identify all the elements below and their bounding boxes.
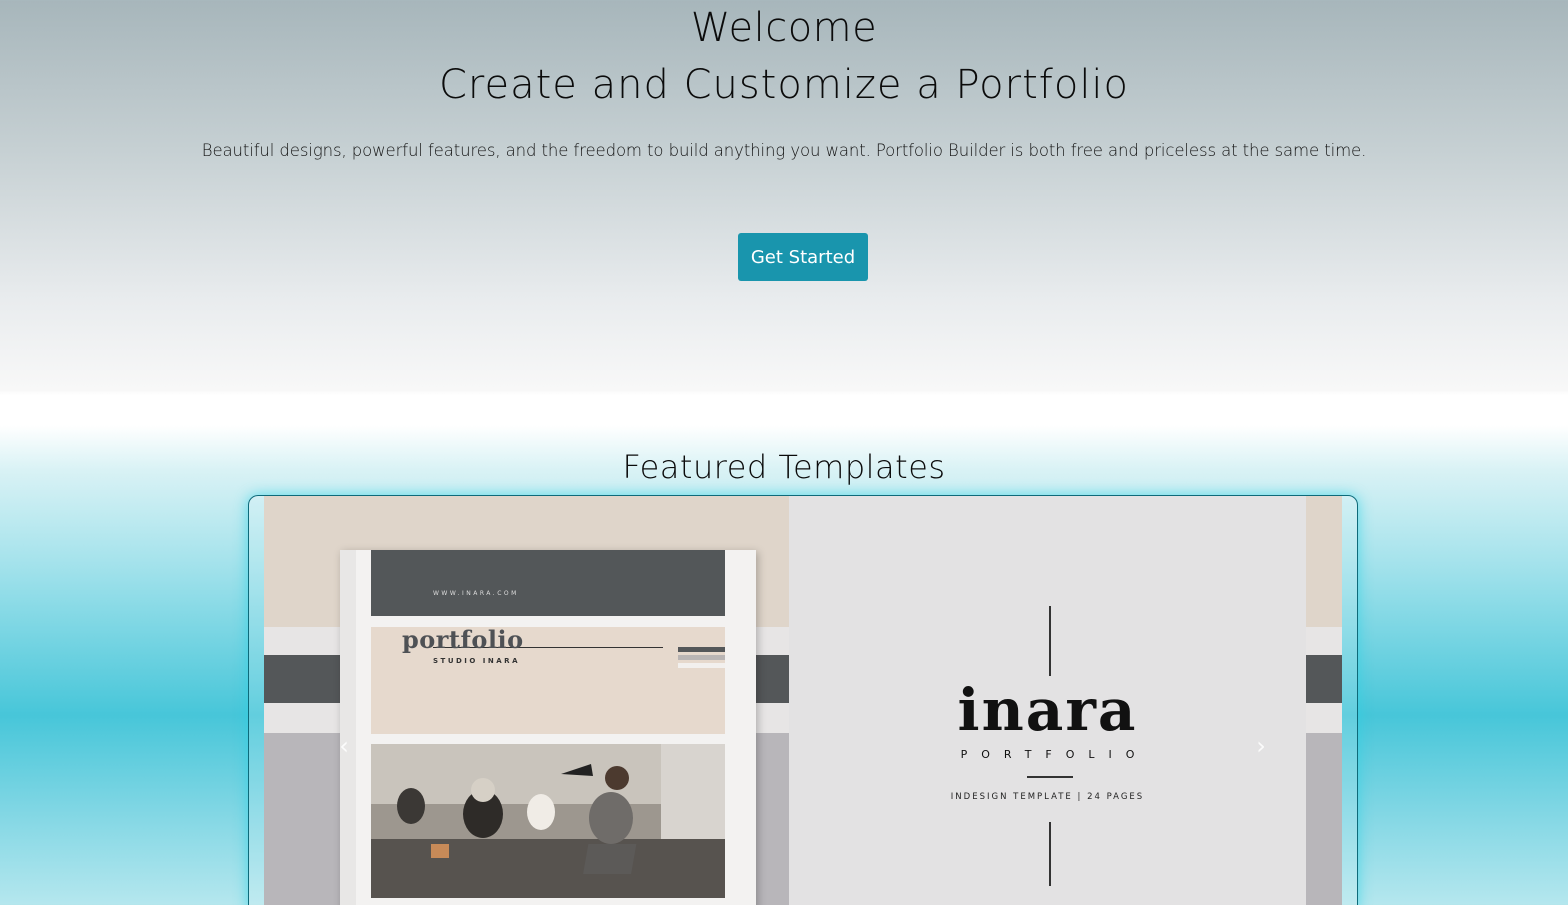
hero-subtitle: Beautiful designs, powerful features, an… bbox=[201, 141, 1367, 160]
book-studio-text: STUDIO INARA bbox=[433, 657, 520, 665]
next-slide-peek bbox=[1306, 496, 1342, 905]
carousel-prev-button[interactable]: ‹ bbox=[324, 726, 364, 766]
template-mockup-book: WWW.INARA.COM STUDIO INARA portfolio bbox=[264, 496, 789, 905]
book-portfolio-word: portfolio bbox=[402, 625, 524, 654]
hero-section: Welcome Create and Customize a Portfolio… bbox=[0, 0, 1568, 392]
featured-templates-heading: Featured Templates bbox=[622, 448, 946, 486]
carousel-slide[interactable]: WWW.INARA.COM STUDIO INARA portfolio ina… bbox=[264, 496, 1342, 905]
book-url-text: WWW.INARA.COM bbox=[433, 590, 519, 597]
welcome-heading: Welcome bbox=[690, 5, 878, 51]
chevron-right-icon: › bbox=[1256, 732, 1266, 760]
template-cover: inara PORTFOLIO INDESIGN TEMPLATE | 24 P… bbox=[789, 496, 1306, 905]
carousel-next-button[interactable]: › bbox=[1241, 726, 1281, 766]
brand-name: inara bbox=[957, 676, 1138, 744]
get-started-button[interactable]: Get Started bbox=[738, 233, 868, 281]
brand-subtitle: PORTFOLIO bbox=[960, 748, 1149, 761]
book-mockup: WWW.INARA.COM STUDIO INARA portfolio bbox=[340, 550, 756, 905]
chevron-left-icon: ‹ bbox=[339, 732, 349, 760]
team-photo bbox=[371, 744, 725, 898]
brand-meta: INDESIGN TEMPLATE | 24 PAGES bbox=[950, 792, 1145, 802]
hero-title: Create and Customize a Portfolio bbox=[438, 62, 1130, 108]
